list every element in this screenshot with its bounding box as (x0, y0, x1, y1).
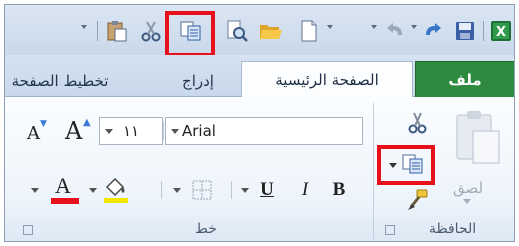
borders-icon[interactable] (191, 179, 213, 205)
paste-label: لصق (453, 179, 484, 197)
tab-file[interactable]: ملف (415, 61, 514, 97)
font-name-dropdown-icon[interactable] (171, 129, 179, 134)
bold-button[interactable]: B (327, 175, 351, 205)
font-color-dropdown-icon[interactable] (31, 188, 39, 193)
font-combo-divider (163, 122, 164, 140)
cut-icon[interactable] (139, 19, 163, 43)
undo-icon[interactable] (383, 19, 407, 43)
clipboard-group-label: الحافظة (429, 221, 477, 237)
cut-icon[interactable] (407, 111, 429, 139)
undo-dropdown-icon[interactable] (371, 25, 377, 29)
quick-access-toolbar: X (5, 5, 514, 57)
ribbon-tabs: ملف الصفحة الرئيسية إدراج تخطيط الصفحة (5, 55, 514, 98)
font-dialog-launcher-icon[interactable] (23, 225, 33, 235)
tab-page-layout[interactable]: تخطيط الصفحة (5, 66, 115, 96)
format-divider (161, 181, 162, 199)
grow-font-button[interactable]: A (65, 117, 82, 145)
fill-color-dropdown-icon[interactable] (89, 188, 97, 193)
font-name-value: Arial (182, 122, 216, 140)
redo-dropdown-icon[interactable] (411, 25, 417, 29)
font-group-label: خط (195, 221, 217, 237)
ribbon-copy-highlight (377, 145, 435, 185)
save-icon[interactable] (453, 19, 477, 43)
ribbon-home-panel: لصق الحافظة Arial ١١ A ▲ A ▼ B I U A خط (5, 97, 514, 241)
shrink-font-arrow-icon: ▼ (40, 119, 47, 129)
font-color-label: A (55, 173, 71, 198)
underline-dropdown-icon[interactable] (241, 188, 249, 193)
redo-icon[interactable] (421, 19, 445, 43)
italic-button[interactable]: I (293, 175, 317, 205)
borders-dropdown-icon[interactable] (173, 188, 181, 193)
group-separator (373, 103, 374, 239)
qat-separator (483, 21, 484, 41)
print-preview-icon[interactable] (225, 19, 249, 43)
new-icon[interactable] (297, 19, 321, 43)
shrink-font-button[interactable]: A (27, 123, 40, 144)
open-icon[interactable] (259, 19, 283, 43)
grow-font-label: A (65, 117, 83, 145)
format-painter-icon[interactable] (407, 189, 429, 215)
grow-font-arrow-icon: ▲ (83, 117, 91, 128)
paste-icon[interactable] (105, 19, 129, 43)
svg-text:X: X (496, 25, 506, 40)
new-dropdown-icon[interactable] (327, 25, 333, 29)
format-divider (231, 181, 232, 199)
underline-label: U (260, 179, 274, 200)
font-color-button[interactable]: A (51, 173, 79, 205)
tab-insert[interactable]: إدراج (161, 66, 235, 96)
excel-icon[interactable]: X (489, 19, 513, 43)
qat-copy-highlight (165, 11, 215, 57)
font-size-dropdown-icon[interactable] (105, 129, 113, 134)
font-size-value: ١١ (122, 122, 140, 140)
paste-button[interactable] (451, 109, 503, 177)
italic-label: I (301, 179, 309, 200)
shrink-font-label: A (27, 123, 40, 144)
qat-separator (97, 21, 98, 41)
underline-button[interactable]: U (255, 175, 279, 205)
excel-ribbon-window: X ملف الصفحة الرئيسية إدراج تخطيط الصفحة… (4, 4, 515, 242)
customize-qat-icon[interactable] (81, 25, 87, 29)
fill-color-icon[interactable] (101, 175, 131, 209)
bold-label: B (332, 179, 346, 200)
font-color-bar (51, 198, 79, 204)
paste-dropdown-icon[interactable] (463, 199, 471, 204)
tab-home[interactable]: الصفحة الرئيسية (241, 61, 413, 98)
clipboard-dialog-launcher-icon[interactable] (385, 225, 395, 235)
font-name-combobox[interactable]: Arial (165, 117, 363, 145)
